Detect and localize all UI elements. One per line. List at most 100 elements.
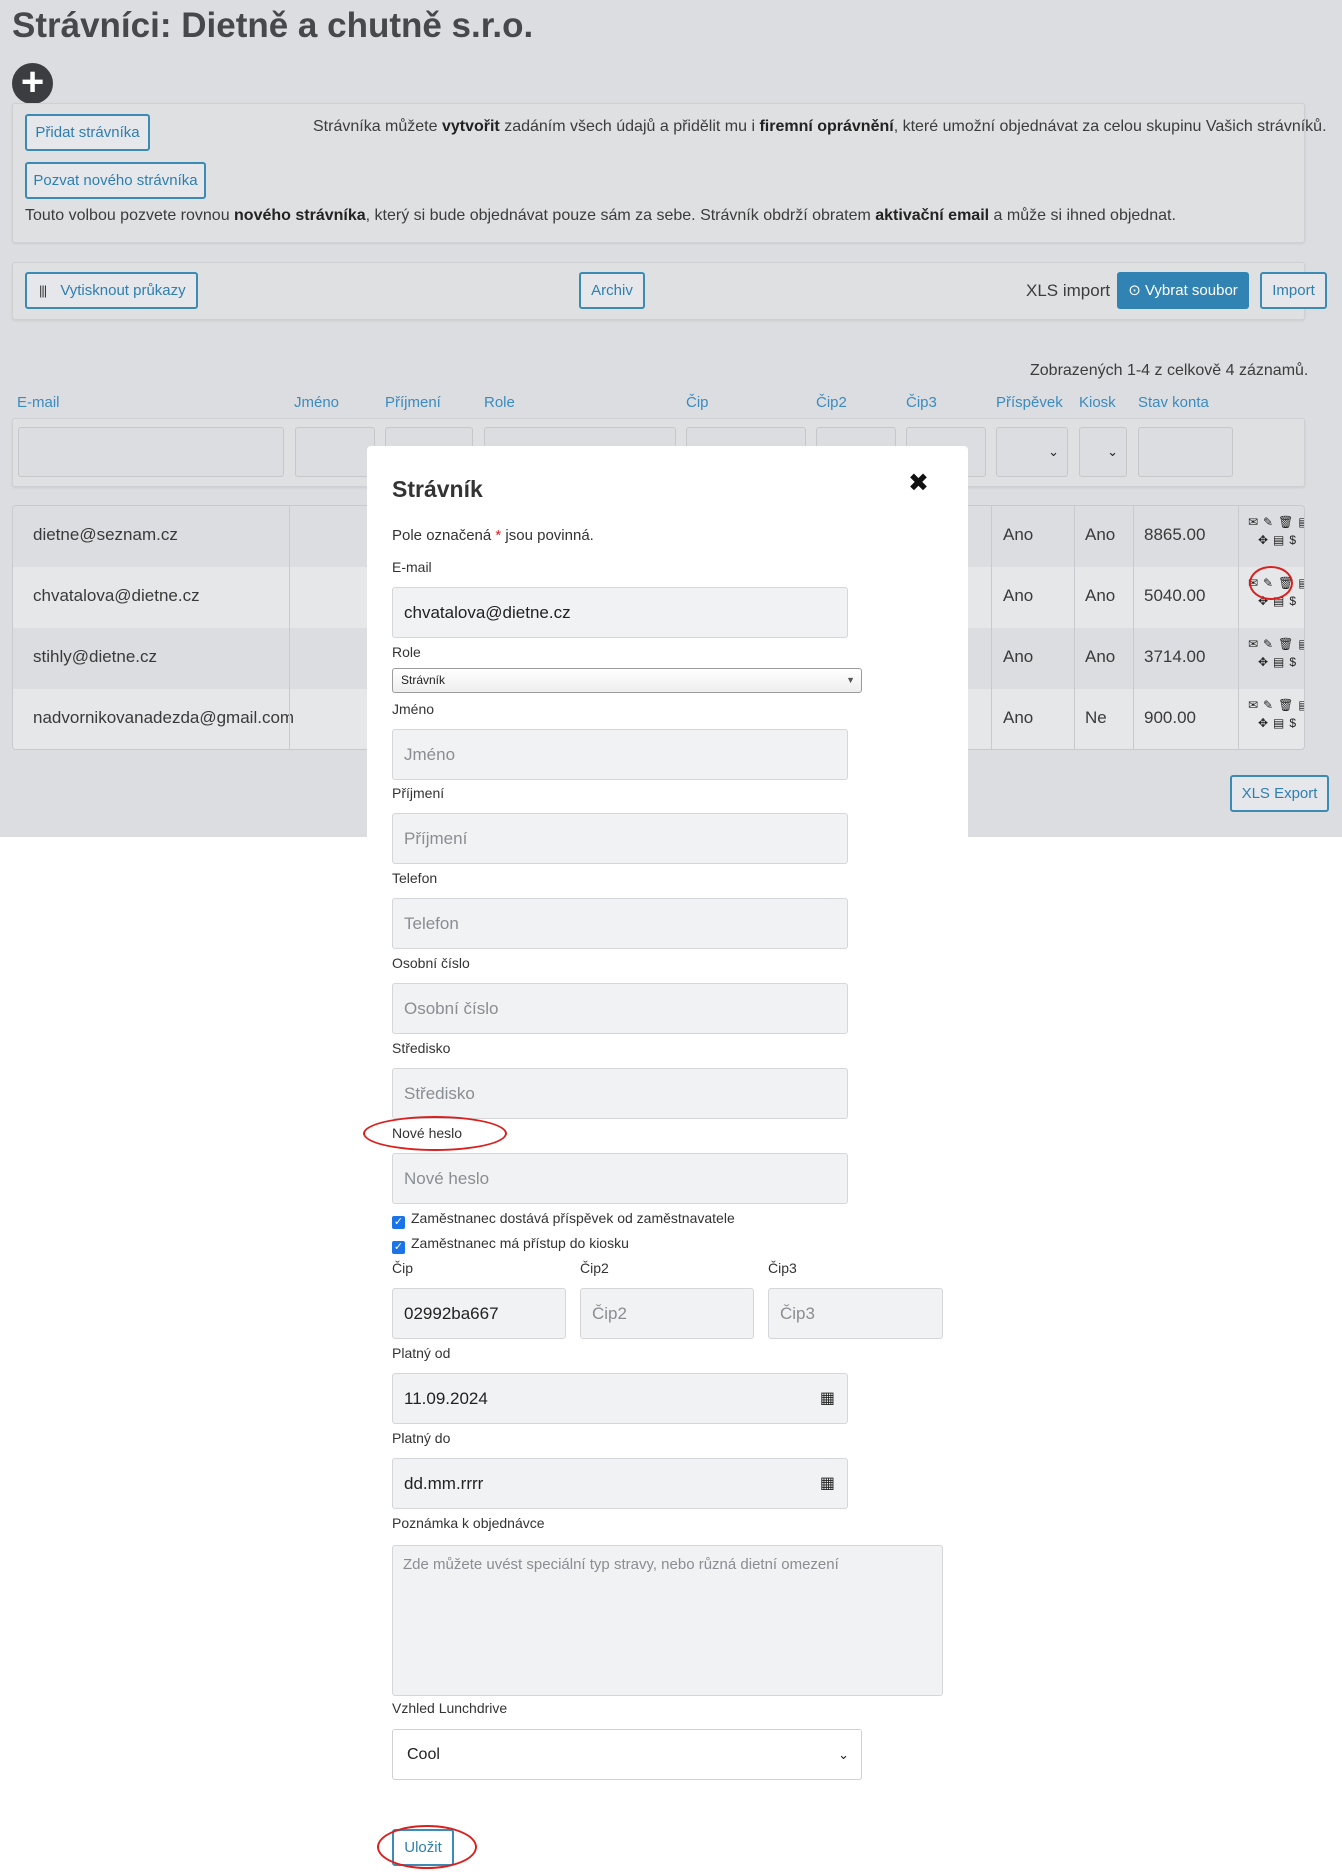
column-divider (1074, 506, 1075, 749)
osobni-cislo-label: Osobní číslo (392, 955, 470, 971)
cip2-label: Čip2 (580, 1260, 609, 1276)
telefon-field[interactable]: Telefon (392, 898, 848, 949)
poznamka-textarea[interactable]: Zde můžete uvést speciální typ stravy, n… (392, 1545, 943, 1696)
cell-email: nadvornikovanadezda@gmail.com (33, 708, 295, 727)
vzhled-select[interactable]: Cool ⌄ (392, 1729, 862, 1780)
triangle-down-icon: ▼ (846, 675, 855, 685)
platny-od-label: Platný od (392, 1345, 451, 1361)
cell-kiosk: Ne (1085, 708, 1107, 727)
column-header-cip3[interactable]: Čip3 (906, 394, 937, 411)
column-divider (1238, 506, 1239, 749)
add-diner-button[interactable]: Přidat strávníka (25, 114, 150, 151)
filter-prispevek-select[interactable]: ⌄ (996, 427, 1068, 477)
xls-export-button[interactable]: XLS Export (1230, 775, 1329, 812)
column-header-email[interactable]: E-mail (17, 394, 60, 411)
jmeno-label: Jméno (392, 701, 435, 717)
close-icon[interactable]: ✖ (908, 468, 929, 498)
plus-circle-icon[interactable]: + (12, 62, 53, 104)
platny-do-date-input[interactable]: dd.mm.rrrr ▦ (392, 1458, 848, 1509)
filter-stav-konta[interactable] (1138, 427, 1233, 477)
filter-email[interactable] (18, 427, 284, 477)
checkbox-kiosk[interactable]: ✓ Zaměstnanec má přístup do kiosku (392, 1235, 629, 1254)
cell-email: chvatalova@dietne.cz (33, 586, 200, 605)
osobni-cislo-field[interactable]: Osobní číslo (392, 983, 848, 1034)
cell-prispevek: Ano (1003, 708, 1034, 727)
cell-email: dietne@seznam.cz (33, 525, 178, 544)
checkbox-prispevek[interactable]: ✓ Zaměstnanec dostává příspěvek od zaměst… (392, 1210, 735, 1229)
column-divider (289, 506, 290, 749)
row-action-icons[interactable]: ✉✎🗑▤✥▤$ (1248, 513, 1304, 549)
cell-email: stihly@dietne.cz (33, 647, 158, 666)
row-action-icons[interactable]: ✉✎🗑▤✥▤$ (1248, 696, 1304, 732)
print-cards-button[interactable]: ||| Vytisknout průkazy (25, 272, 198, 309)
poznamka-label: Poznámka k objednávce (392, 1515, 545, 1531)
cell-stav-konta: 3714.00 (1144, 647, 1206, 666)
column-divider (991, 506, 992, 749)
modal-title: Strávník (392, 476, 483, 502)
records-summary: Zobrazených 1-4 z celkově 4 záznamů. (1030, 362, 1309, 379)
cell-kiosk: Ano (1085, 525, 1116, 544)
stredisko-field[interactable]: Středisko (392, 1068, 848, 1119)
page-title: Strávníci: Dietně a chutně s.r.o. (12, 6, 534, 45)
highlight-save-button (377, 1825, 477, 1869)
role-label: Role (392, 644, 421, 660)
cell-prispevek: Ano (1003, 525, 1034, 544)
invite-diner-button[interactable]: Pozvat nového strávníka (25, 162, 206, 199)
column-header-prispevek[interactable]: Příspěvek (996, 394, 1063, 411)
new-password-field[interactable]: Nové heslo (392, 1153, 848, 1204)
cell-prispevek: Ano (1003, 586, 1034, 605)
platny-do-label: Platný do (392, 1430, 451, 1446)
platny-od-date-input[interactable]: 11.09.2024 ▦ (392, 1373, 848, 1424)
cell-kiosk: Ano (1085, 647, 1116, 666)
chevron-down-icon: ⌄ (1048, 444, 1059, 459)
cell-prispevek: Ano (1003, 647, 1034, 666)
highlight-edit-icon (1249, 566, 1293, 600)
column-header-jmeno[interactable]: Jméno (294, 394, 339, 411)
stredisko-label: Středisko (392, 1040, 451, 1056)
required-note: Pole označená * jsou povinná. (392, 527, 594, 544)
toolbar-panel: ||| Vytisknout průkazy Archiv XLS import… (12, 262, 1327, 320)
diner-modal: Strávník ✖ Pole označená * jsou povinná.… (363, 446, 968, 1875)
column-header-role[interactable]: Role (484, 394, 515, 411)
cell-stav-konta: 5040.00 (1144, 586, 1206, 605)
column-header-cip[interactable]: Čip (686, 394, 709, 411)
calendar-icon[interactable]: ▦ (820, 1374, 835, 1423)
checkmark-icon: ✓ (392, 1241, 405, 1254)
cip-field[interactable]: 02992ba667 (392, 1288, 566, 1339)
cell-stav-konta: 8865.00 (1144, 525, 1206, 544)
create-info-text: Strávníka můžete vytvořit zadáním všech … (313, 118, 1327, 135)
cip3-label: Čip3 (768, 1260, 797, 1276)
telefon-label: Telefon (392, 870, 438, 886)
prijmeni-field[interactable]: Příjmení (392, 813, 848, 864)
archive-button[interactable]: Archiv (579, 272, 645, 309)
vzhled-label: Vzhled Lunchdrive (392, 1700, 508, 1716)
column-header-cip2[interactable]: Čip2 (816, 394, 847, 411)
highlight-new-password (363, 1116, 507, 1151)
cell-stav-konta: 900.00 (1144, 708, 1196, 727)
info-panel: Přidat strávníka Pozvat nového strávníka… (12, 103, 1327, 243)
jmeno-field[interactable]: Jméno (392, 729, 848, 780)
cell-kiosk: Ano (1085, 586, 1116, 605)
role-select[interactable]: Strávník ▼ (392, 668, 862, 693)
column-header-stav-konta[interactable]: Stav konta (1138, 394, 1209, 411)
column-divider (1133, 506, 1134, 749)
cip3-field[interactable]: Čip3 (768, 1288, 943, 1339)
filter-kiosk-select[interactable]: ⌄ (1079, 427, 1127, 477)
cip2-field[interactable]: Čip2 (580, 1288, 754, 1339)
filter-jmeno[interactable] (295, 427, 375, 477)
column-header-prijmeni[interactable]: Příjmení (385, 394, 441, 411)
email-label: E-mail (392, 559, 432, 575)
chevron-down-icon: ⌄ (1107, 444, 1118, 459)
barcode-icon: ||| (39, 283, 47, 298)
import-button[interactable]: Import (1260, 272, 1327, 309)
choose-file-button[interactable]: ⊙ Vybrat soubor (1117, 272, 1249, 309)
upload-icon: ⊙ (1128, 282, 1141, 299)
checkmark-icon: ✓ (392, 1216, 405, 1229)
email-field[interactable]: chvatalova@dietne.cz (392, 587, 848, 638)
calendar-icon[interactable]: ▦ (820, 1459, 835, 1508)
cip-label: Čip (392, 1260, 414, 1276)
column-header-kiosk[interactable]: Kiosk (1079, 394, 1116, 411)
xls-import-label: XLS import (1026, 281, 1111, 300)
row-action-icons[interactable]: ✉✎🗑▤✥▤$ (1248, 635, 1304, 671)
invite-info-text: Touto volbou pozvete rovnou nového stráv… (25, 207, 1176, 224)
